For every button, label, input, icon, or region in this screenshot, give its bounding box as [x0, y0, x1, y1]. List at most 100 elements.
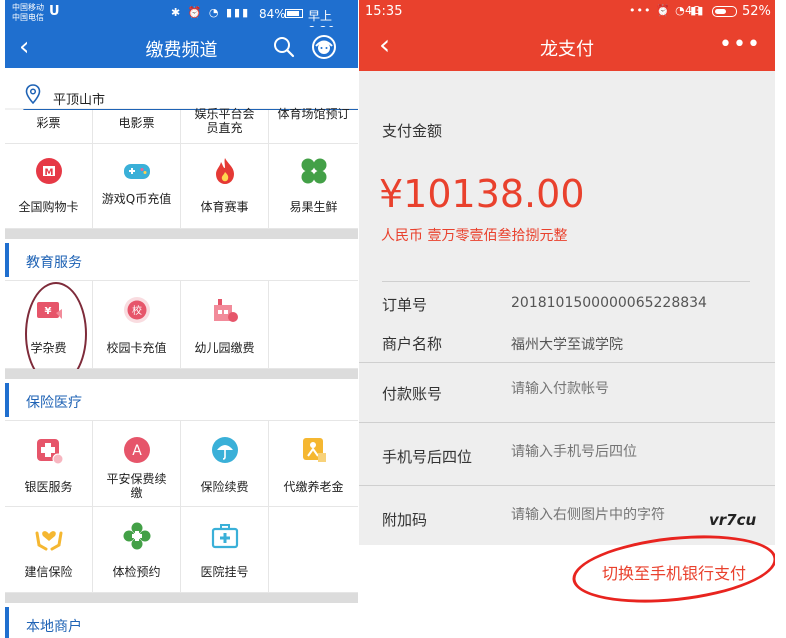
battery-percent: 52% [742, 4, 771, 19]
location-pin-icon [25, 84, 41, 104]
medical-cross-icon [36, 439, 63, 465]
grid-item-label: 代缴养老金 [283, 480, 344, 494]
grid-item-label: 保险续费 [200, 480, 249, 494]
section-title: 教育服务 [26, 255, 82, 271]
status-time: 15:35 [365, 4, 403, 19]
divider [382, 281, 750, 282]
section-accent-bar [5, 243, 9, 277]
grid-item-label: 体检预约 [112, 565, 161, 579]
grid-item-lottery[interactable]: 彩票 [5, 110, 93, 144]
city-selector[interactable]: 平顶山市 [5, 68, 358, 112]
amount-in-words: 人民币 壹万零壹佰叁拾捌元整 [381, 228, 568, 244]
service-grid-insurance-2: 建信保险 体检预约 医院挂号 [5, 507, 358, 593]
page-title: 龙支付 [540, 39, 594, 60]
divider [359, 422, 775, 423]
status-bar: 15:35 ••• ⏰ ◔ ▮▮ 4G 52% [359, 0, 775, 22]
section-header-education: 教育服务 [5, 239, 358, 281]
grid-item-fresh-fruit[interactable]: 易果生鲜 [269, 144, 358, 229]
screenshot-root: 中国移动 中国电信 U ✱ ⏰ ◔ ▮▮▮ 84% 早上8:20 ‹ 缴费频道 [0, 0, 786, 638]
grid-item-movie[interactable]: 电影票 [93, 110, 181, 144]
grid-item-label: 幼儿园缴费 [194, 341, 255, 355]
battery-icon [712, 6, 737, 17]
merchant-name-value: 福州大学至诚学院 [511, 337, 623, 353]
verification-code-input[interactable] [511, 507, 691, 523]
svg-text:A: A [132, 443, 142, 459]
grid-item-label: 建信保险 [24, 565, 73, 579]
service-grid-insurance-1: 银医服务 A 平安保费续缴 保险续费 代缴养老金 [5, 421, 358, 507]
payment-amount: ¥10138.00 [379, 172, 585, 216]
grid-item-sports[interactable]: 体育赛事 [181, 144, 269, 229]
grid-item-kindergarten[interactable]: 幼儿园缴费 [181, 281, 269, 369]
grid-item-stadium[interactable]: 体育场馆预订 [269, 107, 358, 144]
grid-item-game-coin[interactable]: 游戏Q币充值 [93, 144, 181, 229]
grid-item-label: 平安保费续缴 [106, 472, 167, 500]
section-title: 本地商户 [26, 619, 82, 635]
divider [359, 485, 775, 486]
grid-item-entertainment[interactable]: 娱乐平台会员直充 [181, 107, 269, 144]
section-gap [5, 593, 358, 603]
captcha-image[interactable]: vr7cu [709, 511, 756, 529]
section-gap [5, 229, 358, 239]
verification-code-label: 附加码 [382, 511, 428, 529]
grid-item-label: 体育赛事 [200, 200, 249, 214]
section-accent-bar [5, 383, 9, 417]
payment-account-label: 付款账号 [382, 385, 443, 403]
network-type: 4G [685, 4, 701, 17]
carrier-2: 中国电信 [12, 13, 44, 22]
grid-item-campus-card[interactable]: 校 校园卡充值 [93, 281, 181, 369]
grid-item-empty [269, 281, 358, 369]
grid-item-health-check[interactable]: 体检预约 [93, 507, 181, 593]
grid-item-pension[interactable]: 代缴养老金 [269, 421, 358, 507]
grid-item-label: 易果生鲜 [289, 200, 338, 214]
more-options-button[interactable]: ••• [719, 32, 761, 57]
section-header-local: 本地商户 [5, 603, 358, 638]
grid-item-bank-medical[interactable]: 银医服务 [5, 421, 93, 507]
order-number-value: 2018101500000065228834 [511, 295, 707, 311]
grid-item-label: 医院挂号 [200, 565, 249, 579]
flame-icon [215, 158, 234, 184]
page-title: 缴费频道 [145, 40, 218, 61]
svg-text:校: 校 [132, 304, 142, 317]
payment-account-input[interactable] [511, 381, 691, 397]
grid-item-label: 娱乐平台会员直充 [194, 107, 255, 135]
gamepad-icon [123, 164, 150, 179]
payment-channel-screen: 中国移动 中国电信 U ✱ ⏰ ◔ ▮▮▮ 84% 早上8:20 ‹ 缴费频道 [5, 0, 358, 638]
long-pay-screen: 15:35 ••• ⏰ ◔ ▮▮ 4G 52% ‹ 龙支付 ••• 支付金额 ¥… [359, 0, 775, 638]
grid-item-empty [269, 507, 358, 593]
search-icon[interactable] [273, 36, 295, 58]
battery-icon [285, 9, 303, 18]
kindergarten-icon [213, 299, 238, 322]
section-gap [5, 369, 358, 379]
grid-item-label: 游戏Q币充值 [101, 192, 172, 206]
grid-item-shopping-card[interactable]: M 全国购物卡 [5, 144, 93, 229]
service-grid-top: 彩票 电影票 娱乐平台会员直充 体育场馆预订 [5, 107, 358, 144]
grid-item-label: 体育场馆预订 [277, 107, 350, 121]
merchant-name-label: 商户名称 [382, 335, 443, 353]
customer-service-icon[interactable] [311, 34, 337, 60]
carrier-logo-icon: U [49, 4, 60, 19]
section-header-insurance: 保险医疗 [5, 379, 358, 421]
medical-kit-icon [211, 524, 238, 549]
campus-card-icon: 校 [123, 297, 150, 323]
status-icons: ✱ ⏰ ◔ ▮▮▮ [171, 6, 251, 19]
grid-item-label: 电影票 [118, 116, 155, 130]
grid-item-label: 银医服务 [24, 480, 73, 494]
phone-last4-input[interactable] [511, 444, 691, 460]
grid-item-pingan[interactable]: A 平安保费续缴 [93, 421, 181, 507]
amount-label: 支付金额 [382, 122, 443, 140]
grid-item-label: 校园卡充值 [106, 341, 167, 355]
grid-item-hospital-booking[interactable]: 医院挂号 [181, 507, 269, 593]
umbrella-icon [211, 437, 238, 463]
pingan-icon: A [123, 437, 150, 463]
grid-item-insurance-renew[interactable]: 保险续费 [181, 421, 269, 507]
clover-icon [301, 158, 326, 184]
pension-icon [302, 438, 326, 462]
grid-item-label: 彩票 [36, 116, 61, 130]
carrier-labels: 中国移动 中国电信 [12, 3, 44, 23]
service-grid-row1: M 全国购物卡 游戏Q币充值 体育赛事 易果生鲜 [5, 144, 358, 229]
section-title: 保险医疗 [26, 395, 82, 411]
order-number-label: 订单号 [382, 296, 428, 314]
nav-bar: ‹ 龙支付 ••• [359, 22, 775, 71]
grid-item-ccb-insurance[interactable]: 建信保险 [5, 507, 93, 593]
divider [359, 362, 775, 363]
